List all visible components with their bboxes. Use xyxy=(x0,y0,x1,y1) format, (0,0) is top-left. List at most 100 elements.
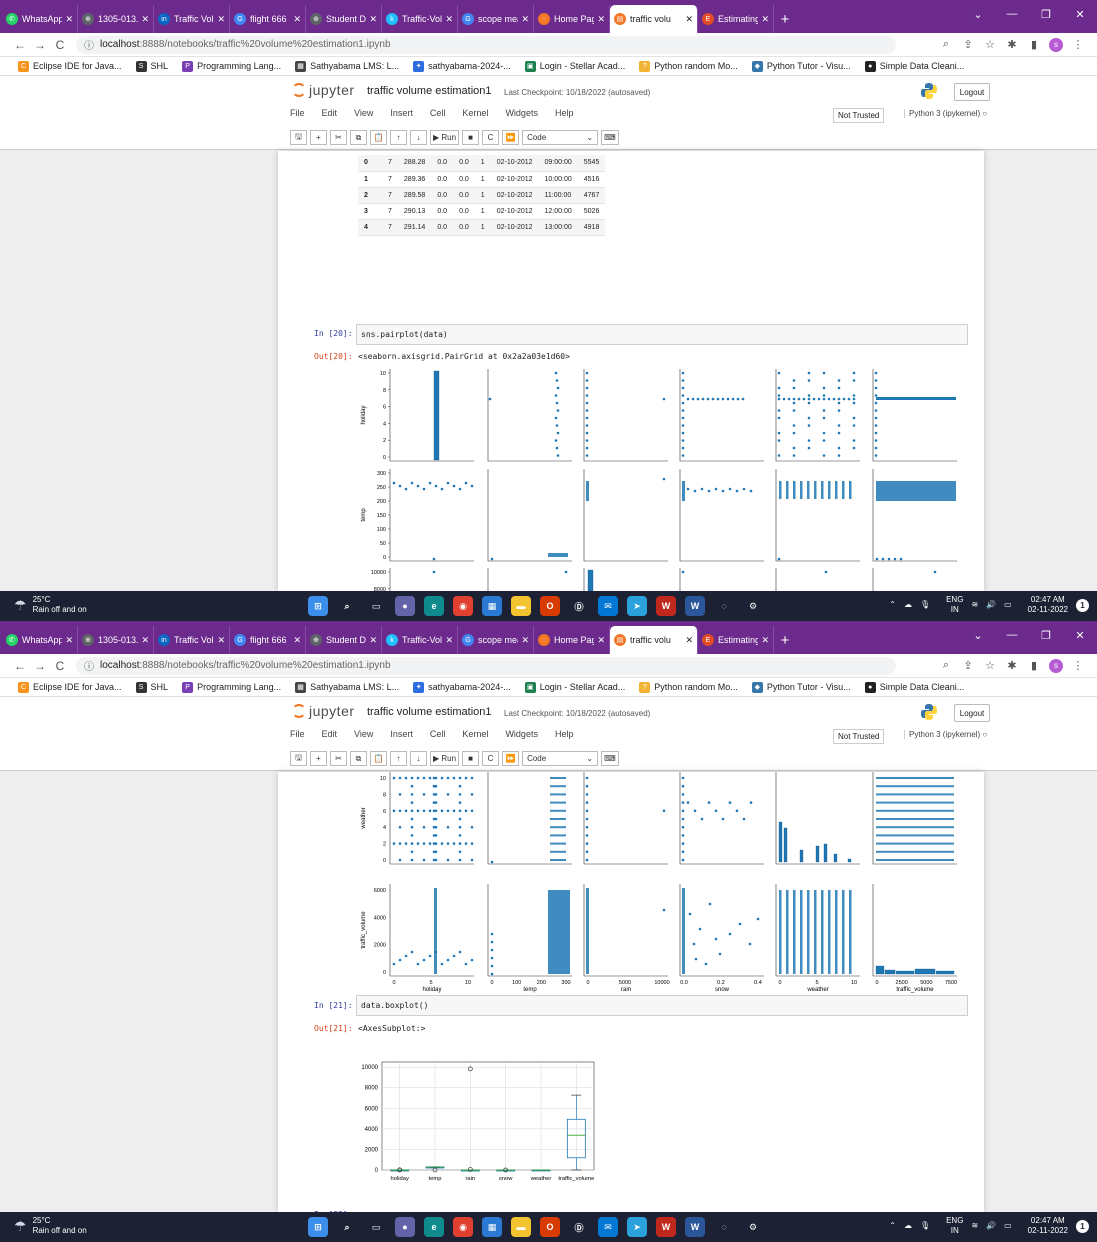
dell-icon[interactable]: Ⓓ xyxy=(569,596,589,616)
onedrive-icon[interactable]: ☁ xyxy=(904,1221,912,1231)
tab-close-icon[interactable]: ✕ xyxy=(597,14,605,25)
taskview-icon[interactable]: ▭ xyxy=(366,1217,386,1237)
teams-icon[interactable]: ● xyxy=(395,596,415,616)
bookmark-item[interactable]: C Eclipse IDE for Java... xyxy=(18,681,122,693)
office-icon[interactable]: O xyxy=(540,596,560,616)
run-button[interactable]: ▶ Run xyxy=(430,751,460,766)
reload-icon[interactable]: C xyxy=(50,38,70,52)
bookmark-item[interactable]: ● Simple Data Cleani... xyxy=(864,681,964,693)
store-icon[interactable]: ▦ xyxy=(482,596,502,616)
copy-icon[interactable]: ⧉ xyxy=(350,751,367,766)
taskview-icon[interactable]: ▭ xyxy=(366,596,386,616)
tab-search-icon[interactable]: ⌄ xyxy=(961,0,995,28)
menu-kernel[interactable]: Kernel xyxy=(462,729,488,739)
jupyter-logo[interactable]: jupyter xyxy=(292,703,355,719)
menu-edit[interactable]: Edit xyxy=(322,729,338,739)
jupyter-task-icon[interactable]: ◌ xyxy=(714,1217,734,1237)
move-down-icon[interactable]: ↓ xyxy=(410,751,427,766)
bookmark-item[interactable]: P Programming Lang... xyxy=(182,681,281,693)
reload-icon[interactable]: C xyxy=(50,659,70,673)
browser-tab[interactable]: Gflight 666 ✕ xyxy=(230,5,306,33)
browser-tab[interactable]: ◌ Home Page✕ xyxy=(534,5,610,33)
logout-button[interactable]: Logout xyxy=(954,83,990,101)
notebook-title[interactable]: traffic volume estimation1 xyxy=(367,706,492,718)
insert-cell-icon[interactable]: + xyxy=(310,751,327,766)
profile-avatar[interactable]: s xyxy=(1049,658,1063,673)
not-trusted-button[interactable]: Not Trusted xyxy=(833,729,885,744)
teams-icon[interactable]: ● xyxy=(395,1217,415,1237)
settings-icon[interactable]: ⚙ xyxy=(743,1217,763,1237)
word-icon[interactable]: W xyxy=(685,1217,705,1237)
menu-view[interactable]: View xyxy=(354,729,373,739)
edge-icon[interactable]: e xyxy=(424,1217,444,1237)
menu-insert[interactable]: Insert xyxy=(390,729,413,739)
tab-search-icon[interactable]: ⌄ xyxy=(961,621,995,649)
move-up-icon[interactable]: ↑ xyxy=(390,751,407,766)
menu-edit[interactable]: Edit xyxy=(322,108,338,118)
cell-type-select[interactable]: Code ⌄ xyxy=(522,130,599,145)
cut-icon[interactable]: ✂ xyxy=(330,751,347,766)
wps-icon[interactable]: W xyxy=(656,1217,676,1237)
browser-tab[interactable]: E Estimating ✕ xyxy=(698,626,774,654)
browser-tab[interactable]: Gscope mea ✕ xyxy=(458,626,534,654)
folder-icon[interactable]: ▬ xyxy=(511,1217,531,1237)
tab-close-icon[interactable]: ✕ xyxy=(761,635,769,646)
tab-close-icon[interactable]: ✕ xyxy=(445,14,453,25)
stop-icon[interactable]: ■ xyxy=(462,130,480,145)
copy-icon[interactable]: ⧉ xyxy=(350,130,367,145)
jupyter-logo[interactable]: jupyter xyxy=(292,82,355,98)
jupyter-task-icon[interactable]: ◌ xyxy=(714,596,734,616)
clock[interactable]: 02:47 AM 02-11-2022 xyxy=(1020,1216,1068,1236)
minimize-icon[interactable]: — xyxy=(995,621,1029,649)
chrome-icon[interactable]: ◉ xyxy=(453,1217,473,1237)
restore-icon[interactable]: ❐ xyxy=(1029,621,1063,649)
code-cell[interactable]: data.boxplot() xyxy=(356,995,968,1016)
new-tab-button[interactable]: + xyxy=(774,5,796,33)
share-icon[interactable]: ⇪ xyxy=(957,38,979,51)
notebook-area[interactable]: 0 7 288.28 0.0 0.0 1 02-10-2012 09:00:00 5545 1 7 2… xyxy=(278,151,984,591)
bookmark-item[interactable]: ▣ Login - Stellar Acad... xyxy=(524,681,625,693)
profile-avatar[interactable]: s xyxy=(1049,37,1063,52)
bookmark-item[interactable]: ✦ sathyabama-2024-... xyxy=(413,681,511,693)
menu-cell[interactable]: Cell xyxy=(430,108,446,118)
mic-icon[interactable]: 🎙 xyxy=(920,1221,930,1231)
browser-tab[interactable]: in Traffic Volu ✕ xyxy=(154,5,230,33)
bookmark-item[interactable]: S SHL xyxy=(135,681,168,693)
menu-help[interactable]: Help xyxy=(555,108,574,118)
forward-icon[interactable]: → xyxy=(30,659,50,673)
bookmark-item[interactable]: C Eclipse IDE for Java... xyxy=(18,60,122,72)
restart-run-all-icon[interactable]: ⏩ xyxy=(502,751,520,766)
menu-icon[interactable]: ⋮ xyxy=(1067,38,1089,51)
volume-icon[interactable]: 🔊 xyxy=(986,600,996,610)
paste-icon[interactable]: 📋 xyxy=(370,130,387,145)
url-field[interactable]: ⓘ localhost:8888/notebooks/traffic%20vol… xyxy=(76,35,896,54)
menu-kernel[interactable]: Kernel xyxy=(462,108,488,118)
telegram-icon[interactable]: ➤ xyxy=(627,596,647,616)
menu-view[interactable]: View xyxy=(354,108,373,118)
edge-icon[interactable]: e xyxy=(424,596,444,616)
start-icon[interactable]: ⊞ xyxy=(308,596,328,616)
browser-tab[interactable]: ◌ Home Page✕ xyxy=(534,626,610,654)
save-icon[interactable]: 🖫 xyxy=(290,130,307,145)
menu-file[interactable]: File xyxy=(290,108,305,118)
sidepanel-icon[interactable]: ▮ xyxy=(1023,659,1045,672)
bookmark-item[interactable]: ◆ Python Tutor - Visu... xyxy=(751,681,851,693)
language-indicator[interactable]: ENG IN xyxy=(938,1216,963,1236)
move-down-icon[interactable]: ↓ xyxy=(410,130,427,145)
restart-run-all-icon[interactable]: ⏩ xyxy=(502,130,520,145)
share-icon[interactable]: ⇪ xyxy=(957,659,979,672)
tab-close-icon[interactable]: ✕ xyxy=(597,635,605,646)
browser-tab[interactable]: ✆ WhatsApp ✕ xyxy=(2,5,78,33)
tab-close-icon[interactable]: ✕ xyxy=(217,635,225,646)
browser-tab[interactable]: k Traffic-Volu✕ xyxy=(382,626,458,654)
weather-widget[interactable]: ☂ 25°C Rain off and on xyxy=(14,595,87,615)
battery-icon[interactable]: ▭ xyxy=(1004,600,1012,610)
extensions-icon[interactable]: ✱ xyxy=(1001,38,1023,51)
onedrive-icon[interactable]: ☁ xyxy=(904,600,912,610)
restart-icon[interactable]: C xyxy=(482,751,500,766)
logout-button[interactable]: Logout xyxy=(954,704,990,722)
tab-close-icon[interactable]: ✕ xyxy=(141,14,149,25)
tab-close-icon[interactable]: ✕ xyxy=(685,635,693,646)
store-icon[interactable]: ▦ xyxy=(482,1217,502,1237)
battery-icon[interactable]: ▭ xyxy=(1004,1221,1012,1231)
